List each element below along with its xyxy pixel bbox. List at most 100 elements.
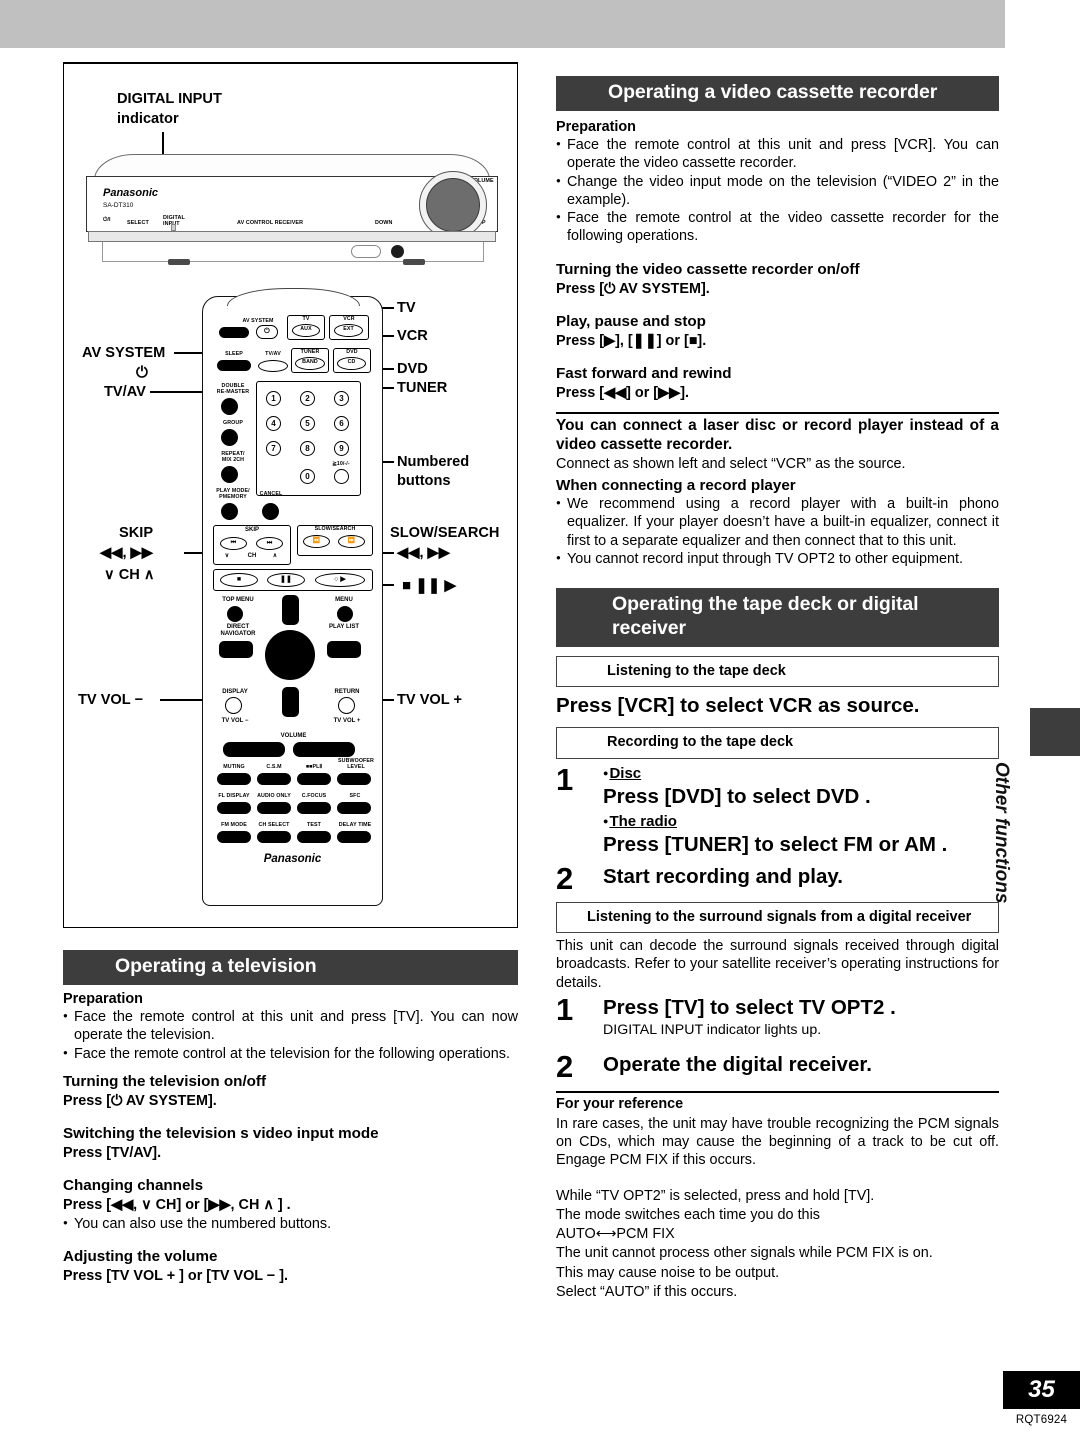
remote-num-9[interactable]: 9 [334, 441, 349, 456]
left-column: DIGITAL INPUT indicator Panasonic SA-DT3… [63, 62, 518, 1285]
remote-label-vcr: VCR [343, 316, 355, 322]
remote-num-4[interactable]: 4 [266, 416, 281, 431]
tv-preparation-heading: Preparation [63, 990, 143, 1007]
box-surround-digital-receiver: Listening to the surround signals from a… [556, 901, 999, 934]
top-gray-band [0, 0, 1005, 48]
label-tuner: TUNER [397, 380, 448, 396]
remote-btn-repeat-mix2ch[interactable] [221, 466, 238, 483]
side-tab-label: Other functions [991, 762, 1012, 904]
tape-step2-line: Start recording and play. [603, 864, 843, 888]
leader-tv-av [150, 391, 210, 393]
remote-label-tv-vol-plus: TV VOL + [333, 718, 361, 724]
remote-btn-volume-down[interactable] [223, 742, 285, 757]
tv-sub3-bullet: You can also use the numbered buttons. [63, 1215, 518, 1233]
remote-btn-pl2[interactable] [297, 773, 331, 785]
remote-btn-volume-up[interactable] [293, 742, 355, 757]
label-slow-search: SLOW/SEARCH [390, 525, 500, 541]
remote-btn-cfocus[interactable] [297, 802, 331, 814]
remote-btn-tv-av[interactable] [258, 360, 288, 372]
remote-num-2[interactable]: 2 [300, 391, 315, 406]
document-code: RQT6924 [1015, 1414, 1068, 1426]
vcr-sub3-text: Press [◀◀] or [▶▶]. [556, 385, 690, 402]
remote-btn-test[interactable] [297, 831, 331, 843]
remote-label-sfc: SFC [349, 793, 361, 799]
remote-btn-play-mode[interactable] [221, 503, 238, 520]
remote-btn-cursor-down[interactable] [282, 687, 299, 717]
right-column: Operating a video cassette recorder Prep… [556, 76, 999, 1301]
remote-num-6[interactable]: 6 [334, 416, 349, 431]
tape-step1-disc-line: Press [DVD] to select DVD . [603, 784, 871, 808]
remote-btn-cursor-up[interactable] [282, 595, 299, 625]
label-tv: TV [397, 300, 416, 316]
remote-label-slow-search: SLOW/SEARCH [314, 526, 356, 532]
remote-btn-cursor-left[interactable] [219, 641, 253, 658]
power-icon: ⏻ [264, 328, 270, 335]
remote-label-muting: MUTING [223, 764, 245, 770]
receiver-front-panel: Panasonic SA-DT310 ⏻/I SELECT DIGITAL IN… [86, 171, 498, 239]
label-skip: SKIP [119, 525, 154, 541]
reference-heading: For your reference [556, 1096, 684, 1113]
remote-num-1[interactable]: 1 [266, 391, 281, 406]
tape-step-1: 1 Disc Press [DVD] to select DVD . The r… [556, 764, 999, 857]
remote-btn-delay-time[interactable] [337, 831, 371, 843]
remote-btn-fl-display[interactable] [217, 802, 251, 814]
remote-btn-top-menu[interactable] [227, 606, 243, 622]
label-slow-search-arrows: ◀◀, ▶▶ [397, 545, 451, 561]
tape-step1-radio-label: The radio [609, 812, 677, 830]
remote-num-5[interactable]: 5 [300, 416, 315, 431]
tv-sub2-heading: Switching the television s video input m… [63, 1125, 379, 1143]
vcr-prep-bullet-1: Face the remote control at this unit and… [556, 136, 999, 173]
remote-label-ch-up: ∧ [272, 553, 278, 559]
reference-paragraph-1: In rare cases, the unit may have trouble… [556, 1115, 999, 1169]
remote-num-7[interactable]: 7 [266, 441, 281, 456]
vcr-note-heading: You can connect a laser disc or record p… [556, 416, 999, 453]
remote-num-0[interactable]: 0 [300, 469, 315, 484]
remote-btn-return[interactable] [338, 697, 355, 714]
vcr-prep-bullet-2: Change the video input mode on the telev… [556, 173, 999, 210]
vcr-sub3-heading: Fast forward and rewind [556, 365, 732, 383]
remote-btn-fm-mode[interactable] [217, 831, 251, 843]
vcr-record-bullet-2: You cannot record input through TV OPT2 … [556, 550, 999, 568]
remote-num-8[interactable]: 8 [300, 441, 315, 456]
remote-label-ch-select: CH SELECT [258, 822, 290, 828]
receiver-down-label: DOWN [375, 220, 393, 226]
remote-btn-cancel[interactable] [262, 503, 279, 520]
remote-btn-sfc[interactable] [337, 802, 371, 814]
remote-label-av-system: AV SYSTEM [242, 318, 274, 324]
vcr-record-bullet-1: We recommend using a record player with … [556, 495, 999, 550]
remote-num-3[interactable]: 3 [334, 391, 349, 406]
remote-btn-menu[interactable] [337, 606, 353, 622]
reference-line-4: The unit cannot process other signals wh… [556, 1245, 933, 1262]
shelf-slot [351, 245, 381, 258]
remote-btn-group[interactable] [221, 429, 238, 446]
remote-label-menu: MENU [335, 597, 353, 603]
remote-btn-ten-plus[interactable] [334, 469, 349, 484]
vcr-sub1-heading: Turning the video cassette recorder on/o… [556, 260, 860, 278]
remote-btn-blank-1[interactable] [219, 327, 249, 338]
tape-step-2: 2 Start recording and play. [556, 862, 999, 893]
remote-btn-csm[interactable] [257, 773, 291, 785]
stop-icon: ■ [236, 576, 242, 583]
tv-sub3-heading: Changing channels [63, 1177, 204, 1195]
remote-btn-muting[interactable] [217, 773, 251, 785]
remote-btn-ch-select[interactable] [257, 831, 291, 843]
remote-label-display: DISPLAY [222, 689, 248, 695]
remote-btn-display[interactable] [225, 697, 242, 714]
remote-btn-sleep[interactable] [217, 360, 251, 371]
digital-input-indicator-led [171, 224, 176, 231]
leader-tv-vol-minus [160, 699, 204, 701]
digital-input-callout-line1: DIGITAL INPUT [117, 91, 222, 107]
receiver-foot-right [403, 259, 425, 265]
remote-btn-audio-only[interactable] [257, 802, 291, 814]
vcr-note-text: Connect as shown left and select “VCR” a… [556, 456, 906, 473]
remote-btn-subwoofer-level[interactable] [337, 773, 371, 785]
remote-btn-cursor-right[interactable] [327, 641, 361, 658]
remote-label-sleep: SLEEP [225, 351, 243, 357]
remote-label-cd: CD [347, 359, 356, 365]
remote-btn-enter[interactable] [265, 630, 315, 680]
vcr-sub2-text: Press [▶], [❚❚] or [■]. [556, 333, 707, 350]
remote-label-audio-only: AUDIO ONLY [257, 793, 291, 799]
remote-btn-double-re-master[interactable] [221, 398, 238, 415]
surround-step2-line: Operate the digital receiver. [603, 1052, 872, 1076]
receiver-illustration: Panasonic SA-DT310 ⏻/I SELECT DIGITAL IN… [82, 154, 502, 265]
